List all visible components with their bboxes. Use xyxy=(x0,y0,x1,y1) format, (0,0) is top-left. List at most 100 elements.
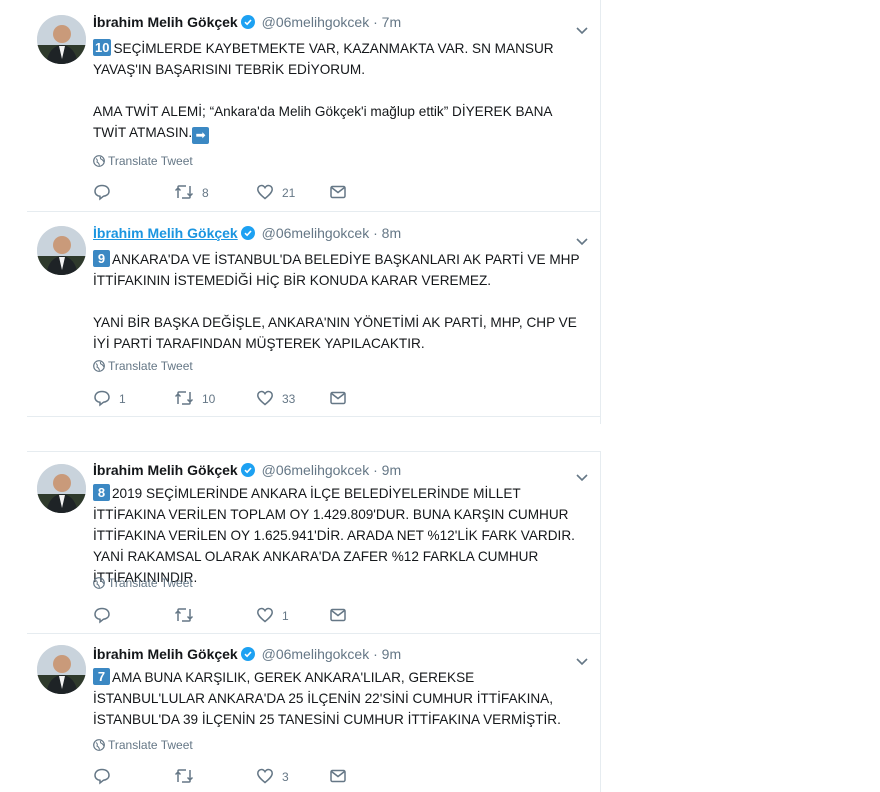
tweet-card[interactable]: İbrahim Melih Gökçek @06melihgokcek · 9m… xyxy=(27,633,600,792)
tweet-text: 9 ANKARA'DA VE İSTANBUL'DA BELEDİYE BAŞKA… xyxy=(93,249,588,354)
tweet-text: 10 SEÇİMLERDE KAYBETMEKTE VAR, KAZANMAKTA… xyxy=(93,38,588,144)
verified-badge-icon xyxy=(240,647,255,664)
envelope-icon xyxy=(330,769,346,783)
translate-tweet-link[interactable]: Translate Tweet xyxy=(93,576,193,590)
tweet-header: İbrahim Melih Gökçek @06melihgokcek · 8m xyxy=(93,225,401,243)
tweet-header: İbrahim Melih Gökçek @06melihgokcek · 9m xyxy=(93,646,401,664)
timeline-panel-bottom: İbrahim Melih Gökçek @06melihgokcek · 9m… xyxy=(27,451,601,792)
tweet-paragraph: 9 ANKARA'DA VE İSTANBUL'DA BELEDİYE BAŞKA… xyxy=(93,250,580,288)
author-name[interactable]: İbrahim Melih Gökçek xyxy=(93,646,238,662)
reply-icon xyxy=(94,184,110,201)
retweet-count: 10 xyxy=(202,392,216,406)
envelope-icon xyxy=(330,608,346,622)
separator-dot: · xyxy=(373,462,378,478)
retweet-icon xyxy=(174,185,194,199)
envelope-icon xyxy=(330,185,346,199)
separator-dot: · xyxy=(373,14,378,30)
globe-icon xyxy=(93,577,105,589)
reply-icon xyxy=(94,768,110,785)
like-count: 33 xyxy=(282,392,296,406)
timeline-panel-top: İbrahim Melih Gökçek @06melihgokcek · 7m… xyxy=(27,0,601,424)
direct-message-button[interactable] xyxy=(329,606,347,624)
verified-badge-icon xyxy=(240,226,255,243)
heart-icon xyxy=(257,768,273,784)
heart-icon xyxy=(257,184,273,200)
tweet-paragraph: 10 SEÇİMLERDE KAYBETMEKTE VAR, KAZANMAKTA… xyxy=(93,39,554,77)
avatar[interactable] xyxy=(37,645,86,694)
like-count: 21 xyxy=(282,186,296,200)
retweet-icon xyxy=(174,608,194,622)
retweet-button[interactable] xyxy=(174,767,202,785)
tweet-paragraph: 8 2019 SEÇİMLERİNDE ANKARA İLÇE BELEDİYEL… xyxy=(93,484,575,585)
avatar[interactable] xyxy=(37,226,86,275)
retweet-button[interactable]: 10 xyxy=(174,389,215,407)
tweet-card[interactable]: İbrahim Melih Gökçek @06melihgokcek · 8m… xyxy=(27,211,600,417)
retweet-button[interactable] xyxy=(174,606,202,624)
tweet-text: 7 AMA BUNA KARŞILIK, GEREK ANKARA'LILAR, … xyxy=(93,667,588,730)
keycap-number-badge: 8 xyxy=(93,484,110,501)
reply-icon xyxy=(94,390,110,407)
heart-icon xyxy=(257,390,273,406)
retweet-icon xyxy=(174,769,194,783)
avatar[interactable] xyxy=(37,464,86,513)
like-button[interactable]: 1 xyxy=(256,606,289,624)
retweet-count: 8 xyxy=(202,186,209,200)
author-handle[interactable]: @06melihgokcek xyxy=(262,646,370,662)
tweet-header: İbrahim Melih Gökçek @06melihgokcek · 9m xyxy=(93,462,401,480)
reply-button[interactable] xyxy=(93,183,119,201)
globe-icon xyxy=(93,360,105,372)
tweet-paragraph: YANİ BİR BAŞKA DEĞİŞLE, ANKARA'NIN YÖNET… xyxy=(93,315,577,351)
heart-icon xyxy=(257,607,273,623)
direct-message-button[interactable] xyxy=(329,183,347,201)
globe-icon xyxy=(93,155,105,167)
author-handle[interactable]: @06melihgokcek xyxy=(262,225,370,241)
tweet-actions: 3 xyxy=(93,767,413,787)
author-name[interactable]: İbrahim Melih Gökçek xyxy=(93,14,238,30)
translate-tweet-link[interactable]: Translate Tweet xyxy=(93,738,193,752)
tweet-time[interactable]: 7m xyxy=(382,14,401,30)
right-arrow-emoji-icon: ➡ xyxy=(192,127,210,144)
tweet-paragraph: AMA TWİT ALEMİ; “Ankara'da Melih Gökçek'… xyxy=(93,104,552,144)
like-count: 3 xyxy=(282,770,289,784)
keycap-number-badge: 7 xyxy=(93,668,110,685)
author-name[interactable]: İbrahim Melih Gökçek xyxy=(93,225,238,241)
author-name[interactable]: İbrahim Melih Gökçek xyxy=(93,462,238,478)
translate-tweet-link[interactable]: Translate Tweet xyxy=(93,359,193,373)
direct-message-button[interactable] xyxy=(329,767,347,785)
envelope-icon xyxy=(330,391,346,405)
retweet-icon xyxy=(174,391,194,405)
like-button[interactable]: 33 xyxy=(256,389,295,407)
tweet-time[interactable]: 9m xyxy=(382,462,401,478)
retweet-button[interactable]: 8 xyxy=(174,183,209,201)
like-count: 1 xyxy=(282,609,289,623)
reply-button[interactable] xyxy=(93,767,119,785)
reply-button[interactable] xyxy=(93,606,119,624)
keycap-number-badge: 10 xyxy=(93,39,112,56)
tweet-paragraph: 7 AMA BUNA KARŞILIK, GEREK ANKARA'LILAR, … xyxy=(93,668,561,727)
tweet-time[interactable]: 8m xyxy=(382,225,401,241)
direct-message-button[interactable] xyxy=(329,389,347,407)
reply-count: 1 xyxy=(119,392,126,406)
tweet-time[interactable]: 9m xyxy=(382,646,401,662)
globe-icon xyxy=(93,739,105,751)
like-button[interactable]: 3 xyxy=(256,767,289,785)
keycap-number-badge: 9 xyxy=(93,250,110,267)
author-handle[interactable]: @06melihgokcek xyxy=(262,14,370,30)
tweet-actions: 1 xyxy=(93,606,413,626)
tweet-card[interactable]: İbrahim Melih Gökçek @06melihgokcek · 7m… xyxy=(27,0,600,212)
author-handle[interactable]: @06melihgokcek xyxy=(262,462,370,478)
separator-dot: · xyxy=(373,225,378,241)
reply-icon xyxy=(94,607,110,624)
tweet-actions: 1 10 33 xyxy=(93,389,413,409)
translate-tweet-link[interactable]: Translate Tweet xyxy=(93,154,193,168)
reply-button[interactable]: 1 xyxy=(93,389,126,407)
tweet-header: İbrahim Melih Gökçek @06melihgokcek · 7m xyxy=(93,14,401,32)
verified-badge-icon xyxy=(240,463,255,480)
like-button[interactable]: 21 xyxy=(256,183,295,201)
tweet-actions: 8 21 xyxy=(93,183,413,203)
tweet-card[interactable]: İbrahim Melih Gökçek @06melihgokcek · 9m… xyxy=(27,452,600,634)
avatar[interactable] xyxy=(37,15,86,64)
verified-badge-icon xyxy=(240,15,255,32)
tweet-text: 8 2019 SEÇİMLERİNDE ANKARA İLÇE BELEDİYEL… xyxy=(93,483,588,588)
separator-dot: · xyxy=(373,646,378,662)
